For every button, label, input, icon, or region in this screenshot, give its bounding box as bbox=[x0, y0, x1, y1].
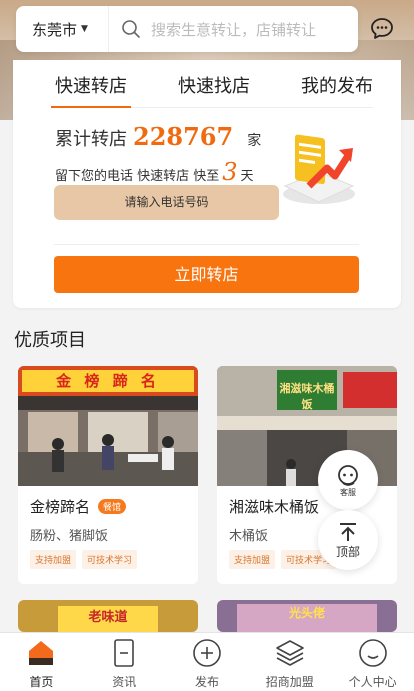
stat-line: 累计转店 228767 家 bbox=[55, 122, 261, 151]
promo-line: 留下您的电话 快速转店 快至 3 天 bbox=[55, 158, 254, 186]
nav-news[interactable]: 资讯 bbox=[83, 633, 166, 691]
project-desc: 肠粉、猪脚饭 bbox=[30, 529, 109, 544]
service-label: 客服 bbox=[340, 487, 356, 497]
chart-growth-illustration bbox=[283, 134, 355, 204]
back-to-top-button[interactable]: 顶部 bbox=[318, 510, 378, 570]
nav-publish[interactable]: 发布 bbox=[166, 633, 249, 691]
nav-label: 资讯 bbox=[112, 675, 137, 689]
project-card[interactable]: 老味道 bbox=[18, 600, 198, 632]
nav-profile[interactable]: 个人中心 bbox=[331, 633, 414, 691]
message-icon[interactable] bbox=[369, 16, 395, 42]
city-selector[interactable]: 东莞市 ▼ bbox=[16, 19, 108, 40]
search-bar: 东莞市 ▼ 搜索生意转让，店铺转让 bbox=[16, 6, 358, 52]
headset-icon bbox=[338, 464, 358, 486]
caret-down-icon: ▼ bbox=[81, 24, 88, 34]
divider bbox=[54, 244, 359, 245]
project-card[interactable]: 金 榜 蹄 名 金榜蹄名 餐馆 肠粉、猪脚饭 支持加盟 可技术学习 bbox=[18, 366, 198, 584]
nav-label: 招商加盟 bbox=[265, 675, 314, 689]
customer-service-button[interactable]: 客服 bbox=[318, 450, 378, 510]
promo-days: 3 bbox=[222, 158, 238, 186]
project-photo: 金 榜 蹄 名 bbox=[18, 366, 198, 486]
nav-franchise[interactable]: 招商加盟 bbox=[248, 633, 331, 691]
transfer-panel: 快速转店 快速找店 我的发布 累计转店 228767 家 留下您的电话 快速转店… bbox=[13, 60, 401, 308]
search-icon bbox=[122, 20, 140, 38]
document-icon bbox=[114, 639, 134, 667]
project-card[interactable]: 光头佬 bbox=[217, 600, 397, 632]
section-title: 优质项目 bbox=[14, 330, 86, 351]
project-name: 湘滋味木桶饭 bbox=[229, 498, 320, 516]
city-label: 东莞市 bbox=[32, 20, 78, 39]
shop-sign: 老味道 bbox=[88, 610, 128, 625]
divider bbox=[108, 6, 109, 52]
promo-unit: 天 bbox=[240, 169, 254, 184]
nav-label: 发布 bbox=[194, 675, 219, 689]
project-tag: 支持加盟 bbox=[30, 550, 77, 569]
nav-home[interactable]: 首页 bbox=[0, 633, 83, 691]
shop-sign: 金 榜 蹄 名 bbox=[56, 372, 160, 390]
shop-sign: 光头佬 bbox=[288, 606, 325, 620]
layers-icon bbox=[275, 640, 304, 666]
shop-sign: 湘滋味木桶饭 bbox=[279, 382, 335, 411]
project-photo: 光头佬 bbox=[217, 600, 397, 632]
stat-label: 累计转店 bbox=[55, 129, 127, 150]
arrow-up-icon bbox=[340, 522, 356, 541]
category-badge: 餐馆 bbox=[98, 499, 127, 514]
tab-quick-transfer[interactable]: 快速转店 bbox=[51, 60, 131, 108]
project-name-row: 湘滋味木桶饭 bbox=[229, 496, 319, 517]
phone-input[interactable]: 请输入电话号码 bbox=[54, 185, 279, 220]
project-name-row: 金榜蹄名 餐馆 bbox=[30, 496, 127, 517]
tab-quick-find[interactable]: 快速找店 bbox=[178, 60, 250, 107]
plus-circle-icon bbox=[193, 639, 221, 667]
smile-icon bbox=[358, 639, 387, 667]
panel-tabs: 快速转店 快速找店 我的发布 bbox=[51, 60, 373, 108]
home-icon bbox=[29, 641, 54, 665]
nav-label: 首页 bbox=[29, 675, 54, 689]
project-photo: 老味道 bbox=[18, 600, 198, 632]
submit-transfer-button[interactable]: 立即转店 bbox=[54, 256, 359, 293]
project-tags: 支持加盟 可技术学习 bbox=[30, 550, 138, 569]
nav-label: 个人中心 bbox=[348, 675, 397, 689]
stat-unit: 家 bbox=[247, 133, 262, 149]
tab-my-posts[interactable]: 我的发布 bbox=[301, 60, 373, 107]
search-input[interactable]: 搜索生意转让，店铺转让 bbox=[151, 19, 316, 40]
project-tag: 支持加盟 bbox=[229, 550, 276, 569]
top-label: 顶部 bbox=[335, 544, 360, 559]
stat-value: 228767 bbox=[133, 122, 234, 151]
project-desc: 木桶饭 bbox=[229, 529, 269, 544]
promo-text: 留下您的电话 快速转店 快至 bbox=[55, 169, 220, 184]
project-name: 金榜蹄名 bbox=[30, 498, 91, 516]
bottom-nav: 首页 资讯 发布 招商加盟 个人中心 bbox=[0, 632, 414, 691]
project-tag: 可技术学习 bbox=[82, 550, 138, 569]
